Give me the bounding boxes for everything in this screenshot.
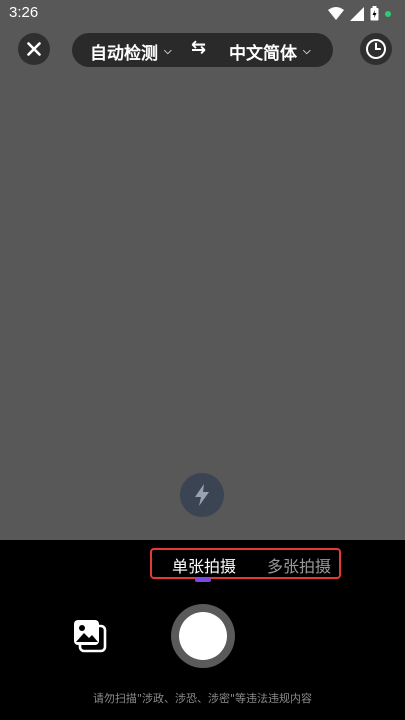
source-language-dropdown[interactable]: 自动检测 ⌵ xyxy=(90,39,172,64)
flash-icon xyxy=(195,484,209,506)
mode-multi-shot[interactable]: 多张拍摄 xyxy=(267,553,331,577)
gallery-button[interactable] xyxy=(71,617,109,655)
target-language-label: 中文简体 xyxy=(229,44,297,64)
mode-single-shot[interactable]: 单张拍摄 xyxy=(172,553,236,577)
content-notice: 请勿扫描"涉政、涉恐、涉密"等违法违规内容 xyxy=(92,692,313,705)
shutter-button[interactable] xyxy=(171,604,235,668)
target-language-dropdown[interactable]: 中文简体 ⌵ xyxy=(229,39,311,64)
status-bar: 3:26 xyxy=(0,0,405,28)
top-toolbar: 自动检测 ⌵ ⇆ 中文简体 ⌵ xyxy=(0,33,405,67)
close-icon xyxy=(27,42,41,56)
language-selector: 自动检测 ⌵ ⇆ 中文简体 ⌵ xyxy=(72,33,333,67)
source-language-label: 自动检测 xyxy=(90,44,158,64)
history-clock-icon xyxy=(366,39,386,59)
status-dot xyxy=(385,10,391,17)
shutter-inner xyxy=(179,612,227,660)
chevron-down-icon: ⌵ xyxy=(303,46,311,57)
gallery-icon xyxy=(74,620,107,653)
history-button[interactable] xyxy=(360,33,392,65)
camera-preview[interactable] xyxy=(0,0,405,540)
cellular-icon xyxy=(350,6,364,21)
mode-selected-indicator xyxy=(195,578,211,582)
flash-toggle-button[interactable] xyxy=(180,473,224,517)
wifi-icon xyxy=(328,6,344,20)
battery-icon xyxy=(370,6,379,21)
status-icons xyxy=(328,6,391,21)
close-button[interactable] xyxy=(18,33,50,65)
swap-languages-button[interactable]: ⇆ xyxy=(191,37,206,58)
chevron-down-icon: ⌵ xyxy=(164,46,172,57)
status-time: 3:26 xyxy=(9,4,39,21)
capture-mode-selector: 单张拍摄 多张拍摄 xyxy=(150,548,341,579)
